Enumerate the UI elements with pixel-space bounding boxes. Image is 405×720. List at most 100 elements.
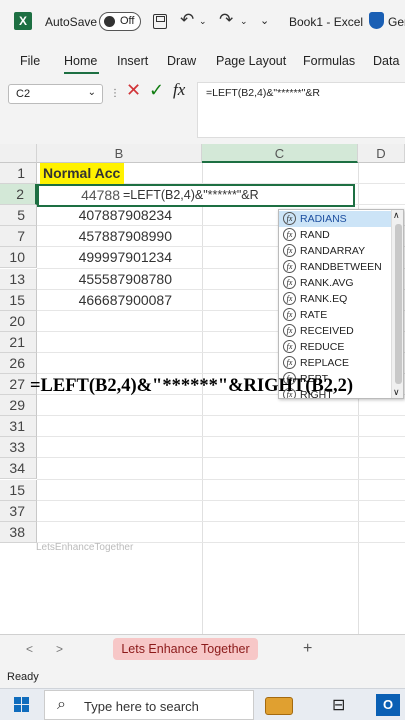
row-header[interactable]: 37 [0, 500, 37, 522]
title-bar: X AutoSave Off ↶ ⌄ ↷ ⌄ ⌄ Book1 - Excel G… [0, 0, 405, 44]
autocomplete-item[interactable]: fx RAND [279, 227, 391, 243]
gridline [37, 478, 405, 480]
formula-input[interactable]: =LEFT(B2,4)&"******"&R [197, 82, 405, 138]
search-icon: ⌕ [57, 696, 66, 713]
cancel-entry-icon[interactable]: ✕ [126, 80, 141, 101]
book-title: Book1 - Excel [289, 15, 364, 29]
row-header[interactable]: 15 [0, 289, 37, 311]
row-header[interactable]: 31 [0, 416, 37, 438]
add-sheet-button[interactable]: + [303, 640, 312, 658]
autocomplete-label: REDUCE [300, 341, 345, 353]
autocomplete-item[interactable]: fx RANDBETWEEN [279, 259, 391, 275]
insert-function-icon[interactable]: fx [173, 80, 185, 100]
status-bar: Ready [0, 666, 405, 688]
row-header[interactable]: 5 [0, 205, 37, 227]
excel-logo-icon: X [14, 12, 32, 30]
column-header-d[interactable]: D [358, 144, 405, 163]
autocomplete-item[interactable]: fx REPLACE [279, 355, 391, 371]
chevron-down-icon[interactable]: ⌄ [88, 87, 96, 98]
autosave-toggle[interactable]: Off [99, 12, 141, 31]
account-label: Ger [388, 15, 405, 29]
tab-draw[interactable]: Draw [167, 54, 196, 68]
function-icon: fx [283, 308, 296, 321]
outlook-icon[interactable]: O [376, 694, 400, 716]
column-header-c[interactable]: C [202, 144, 358, 163]
row-header[interactable]: 15 [0, 479, 37, 501]
autocomplete-scrollbar[interactable]: ∧ ∨ [391, 210, 403, 398]
autocomplete-item[interactable]: fx RANDARRAY [279, 243, 391, 259]
function-icon: fx [283, 292, 296, 305]
row-header[interactable]: 10 [0, 247, 37, 269]
scroll-up-icon[interactable]: ∧ [393, 210, 400, 221]
function-icon: fx [283, 340, 296, 353]
row-header[interactable]: 7 [0, 226, 37, 248]
redo-icon[interactable]: ↷ [219, 10, 233, 30]
undo-icon[interactable]: ↶ [180, 10, 194, 30]
sensitivity-shield-icon[interactable] [369, 12, 384, 29]
header-cell[interactable]: Normal Acc [40, 163, 124, 184]
row-header[interactable]: 2 [0, 184, 37, 206]
more-options-icon[interactable]: ⋮ [110, 88, 120, 99]
tab-data[interactable]: Data [373, 54, 399, 68]
undo-dropdown-icon[interactable]: ⌄ [199, 16, 207, 27]
account-cell[interactable]: 499997901234 [37, 247, 172, 268]
gridline [37, 457, 405, 459]
task-view-icon[interactable]: ⊟ [332, 695, 345, 715]
autosave-state: Off [120, 15, 135, 27]
tab-insert[interactable]: Insert [117, 54, 148, 68]
account-cell[interactable]: 457887908990 [37, 226, 172, 247]
name-box-value: C2 [16, 88, 31, 100]
autocomplete-item[interactable]: fx RECEIVED [279, 323, 391, 339]
enter-entry-icon[interactable]: ✓ [149, 80, 164, 101]
gridline [37, 415, 405, 417]
scroll-down-icon[interactable]: ∨ [393, 387, 400, 398]
autocomplete-item[interactable]: fx RANK.AVG [279, 275, 391, 291]
row-header[interactable]: 13 [0, 268, 37, 290]
row-header[interactable]: 20 [0, 310, 37, 332]
autocomplete-item[interactable]: fx RATE [279, 307, 391, 323]
scroll-thumb[interactable] [395, 224, 402, 384]
row-header[interactable]: 29 [0, 395, 37, 417]
sheet-tab-active[interactable]: Lets Enhance Together [113, 638, 258, 660]
briefcase-icon[interactable] [265, 697, 293, 715]
row-header[interactable]: 33 [0, 437, 37, 459]
autocomplete-label: REPLACE [300, 357, 350, 369]
tab-page-layout[interactable]: Page Layout [216, 54, 286, 68]
column-header-b[interactable]: B [37, 144, 202, 163]
gridline [202, 163, 203, 634]
editing-cell[interactable]: 44788 =LEFT(B2,4)&"******"&R [37, 184, 355, 207]
select-all-corner[interactable] [0, 144, 37, 163]
tab-formulas[interactable]: Formulas [303, 54, 355, 68]
account-cell[interactable]: 407887908234 [37, 205, 172, 226]
row-header[interactable]: 1 [0, 163, 37, 184]
name-box[interactable]: C2 ⌄ [8, 84, 103, 104]
next-sheet-icon[interactable]: > [56, 642, 63, 656]
row-header[interactable]: 21 [0, 331, 37, 353]
function-autocomplete[interactable]: fx RADIANS fx RAND fx RANDARRAY fx RANDBETWEEN f… [278, 209, 404, 399]
account-cell[interactable]: 466687900087 [37, 290, 172, 311]
autocomplete-item[interactable]: fx REDUCE [279, 339, 391, 355]
redo-dropdown-icon[interactable]: ⌄ [240, 16, 248, 27]
row-header[interactable]: 34 [0, 458, 37, 480]
function-icon: fx [283, 276, 296, 289]
autocomplete-label: RANK.AVG [300, 277, 354, 289]
autocomplete-item[interactable]: fx RANK.EQ [279, 291, 391, 307]
taskbar-search[interactable]: ⌕ Type here to search [44, 690, 254, 720]
gridline [37, 520, 405, 522]
account-cell[interactable]: 455587908780 [37, 269, 172, 290]
windows-start-icon[interactable] [14, 697, 30, 713]
row-header[interactable]: 26 [0, 352, 37, 374]
autocomplete-item[interactable]: fx RADIANS [279, 211, 391, 227]
status-ready: Ready [7, 671, 39, 683]
save-icon[interactable] [153, 14, 167, 29]
customize-toolbar-icon[interactable]: ⌄ [260, 14, 269, 27]
formula-bar: C2 ⌄ ⋮ ✕ ✓ fx =LEFT(B2,4)&"******"&R [0, 76, 405, 144]
previous-sheet-icon[interactable]: < [26, 642, 33, 656]
function-icon: fx [283, 260, 296, 273]
tab-file[interactable]: File [20, 54, 40, 68]
row-header[interactable]: 38 [0, 521, 37, 543]
editing-prefix: 44788 [81, 187, 120, 203]
toggle-knob [104, 16, 115, 27]
autocomplete-label: RANDARRAY [300, 245, 366, 257]
tab-home[interactable]: Home [64, 54, 97, 68]
